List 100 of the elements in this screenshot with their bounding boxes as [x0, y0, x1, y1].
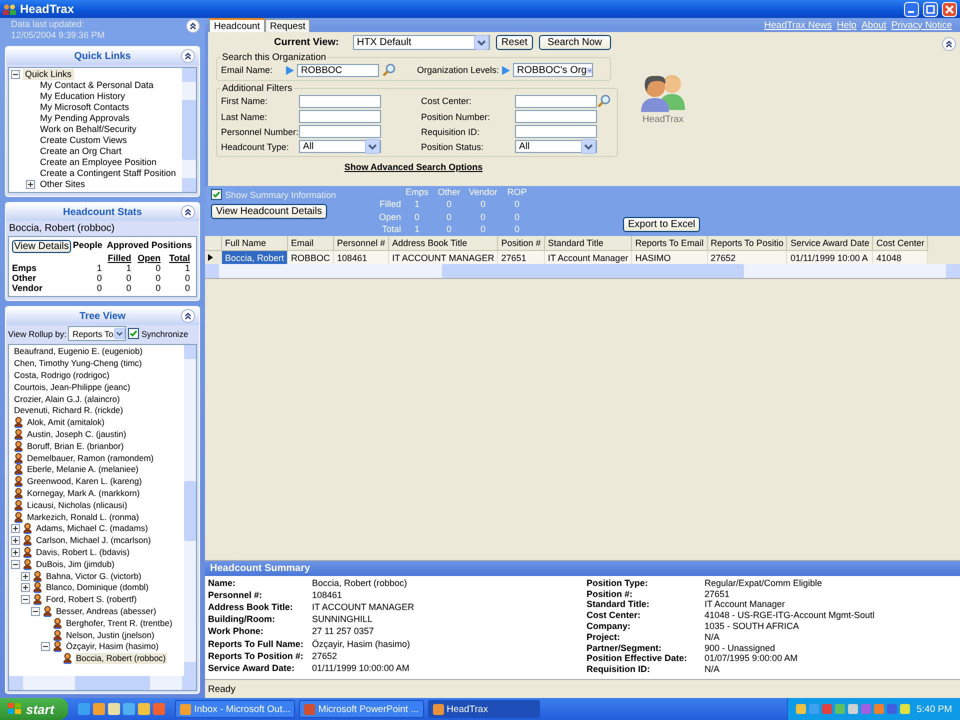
tree-item[interactable]: Ford, Robert S. (robertf) — [45, 594, 138, 606]
field-label: Position Effective Date: — [586, 653, 688, 664]
tree-item[interactable]: Greenwood, Karen L. (kareng) — [26, 476, 143, 488]
field-label: Position Status: — [420, 142, 485, 152]
column-header[interactable]: Position # — [498, 236, 544, 250]
table-cell-text: 1 — [413, 224, 420, 236]
tree-item[interactable]: Create a Contingent Staff Position — [38, 168, 178, 179]
clock: 5:40 PM — [916, 704, 952, 714]
tree-item[interactable]: Besser, Andreas (abesser) — [55, 606, 158, 617]
column-header[interactable]: Standard Title — [544, 236, 632, 250]
tree-item[interactable]: Eberle, Melanie A. (melaniee) — [26, 464, 140, 476]
taskbar-button[interactable]: Inbox - Microsoft Out... — [175, 700, 296, 718]
reset-button[interactable]: Reset — [496, 35, 533, 50]
search-button[interactable]: Search Now — [538, 35, 611, 50]
person-name: Boccia, Robert (robboc) — [8, 222, 116, 236]
tree-item[interactable]: Nelson, Justin (jnelson) — [65, 630, 156, 641]
table-cell-text: 1 — [96, 263, 103, 273]
field-label: Email Name: — [221, 65, 274, 75]
tree-item[interactable]: DuBois, Jim (jimdub) — [35, 558, 116, 570]
tree-item[interactable]: Markezich, Ronald L. (ronma) — [26, 512, 140, 523]
tree-item[interactable]: Licausi, Nicholas (nlicausi) — [26, 500, 128, 511]
tree-item[interactable]: Carlson, Michael J. (mcarlson) — [35, 535, 152, 546]
column-header: Open — [136, 253, 162, 263]
field-value: N/A — [704, 664, 721, 675]
field-label: Service Award Date: — [208, 662, 296, 675]
row-label: Open — [378, 212, 401, 224]
tree-item[interactable]: Kornegay, Mark A. (markkorn) — [26, 488, 141, 499]
tree-item[interactable]: Courtois, Jean-Philippe (jeanc) — [13, 382, 132, 393]
tree-item[interactable]: Other Sites — [38, 179, 88, 190]
advanced-search-link[interactable]: Show Advanced Search Options — [344, 162, 483, 172]
column-header[interactable]: Service Award Date — [786, 236, 873, 250]
view-select[interactable]: HTX Default — [352, 35, 490, 50]
field-value: Boccia, Robert (robboc) — [312, 578, 408, 590]
column-header[interactable]: Cost Center — [872, 236, 928, 250]
table-cell[interactable]: Boccia, Robert — [222, 250, 288, 264]
row-label: Filled — [378, 199, 401, 212]
tree-item[interactable]: Create Custom Views — [38, 135, 129, 146]
tree-item[interactable]: Boccia, Robert (robboc) — [75, 653, 167, 664]
field-label: First Name: — [221, 96, 269, 106]
table-cell-text: 0 — [445, 199, 452, 212]
tree-item[interactable]: Özçayir, Hasim (hasimo) — [65, 641, 160, 652]
tree-item[interactable]: Create an Employee Position — [38, 157, 159, 168]
field-value: 01/07/1995 9:00:00 AM — [704, 653, 799, 664]
column-header: ROP — [506, 187, 528, 199]
field-label: Company: — [586, 621, 632, 632]
tree-item[interactable]: Bahna, Victor G. (victorb) — [45, 570, 142, 582]
tree-item[interactable]: Quick Links — [23, 69, 74, 80]
table-cell-text: 0 — [513, 224, 520, 236]
status-bar: Ready — [205, 679, 960, 698]
tree-item[interactable]: Adams, Michael C. (madams) — [35, 523, 149, 534]
field-value: 27 11 257 0357 — [312, 626, 375, 638]
field-value: Özçayir, Hasim (hasimo) — [312, 638, 412, 651]
rollup-select[interactable]: Reports To — [68, 326, 126, 341]
tree-item[interactable]: Blanco, Dominique (dombl) — [45, 582, 150, 594]
row-label: Other — [12, 273, 38, 283]
tree-item[interactable]: Work on Behalf/Security — [38, 124, 138, 135]
tree-item[interactable]: My Pending Approvals — [38, 113, 132, 124]
column-header[interactable]: Full Name — [222, 236, 288, 250]
field-value: SUNNINGHILL — [312, 614, 374, 626]
column-header: Total — [168, 253, 191, 263]
field-value: Regular/Expat/Comm Eligible — [704, 578, 824, 589]
select-field[interactable]: All — [299, 140, 381, 153]
tree-item[interactable]: Devenuti, Richard R. (rickde) — [13, 405, 124, 416]
taskbar-button[interactable]: HeadTrax — [428, 700, 540, 718]
field-value: 900 - Unassigned — [704, 642, 776, 654]
tree-item[interactable]: Boruff, Brian E. (brianbor) — [26, 440, 125, 452]
field-value: 1035 - SOUTH AFRICA — [704, 621, 800, 632]
table-cell-text: 0 — [154, 273, 162, 283]
field-label: Building/Room: — [208, 614, 276, 626]
taskbar-button[interactable]: Microsoft PowerPoint ... — [299, 700, 424, 718]
column-header[interactable]: Reports To Email — [632, 236, 708, 250]
tree-item[interactable]: Beaufrand, Eugenio E. (eugeniob) — [13, 346, 144, 358]
tree-item[interactable]: Crozier, Alain G.J. (alaincro) — [13, 394, 121, 405]
tab[interactable]: Headcount — [209, 18, 265, 32]
select-field[interactable]: All — [515, 140, 597, 153]
view-details-button[interactable]: View Details — [12, 240, 71, 253]
org-select[interactable]: ROBBOC's Org — [513, 63, 594, 77]
row-label: Emps — [12, 263, 38, 273]
tree-item[interactable]: Demelbauer, Ramon (ramondem) — [26, 452, 155, 464]
tab[interactable]: Request — [264, 19, 310, 32]
tree-item[interactable]: My Contact & Personal Data — [38, 80, 156, 91]
tree-item[interactable]: Costa, Rodrigo (rodrigoc) — [13, 370, 110, 381]
tree-item[interactable]: My Education History — [38, 91, 128, 102]
view-label: Current View: — [274, 37, 339, 48]
column-header[interactable]: Address Book Title — [388, 236, 498, 250]
column-header[interactable]: Personnel # — [334, 236, 389, 250]
tree-item[interactable]: Alok, Amit (amitalok) — [26, 417, 106, 428]
tree-item[interactable]: Davis, Robert L. (bdavis) — [35, 546, 131, 558]
field-label: Requisition ID: — [586, 664, 651, 675]
tree-item[interactable]: Austin, Joseph C. (jaustin) — [26, 428, 128, 440]
input-field[interactable]: ROBBOC — [297, 64, 379, 76]
view-details-button[interactable]: View Headcount Details — [211, 204, 327, 219]
tree-item[interactable]: Chen, Timothy Yung-Cheng (timc) — [13, 358, 143, 370]
column-header[interactable]: Reports To Positio — [707, 236, 787, 250]
column-header[interactable]: Email — [288, 236, 334, 250]
tree-item[interactable]: My Microsoft Contacts — [38, 102, 132, 113]
tree-item[interactable]: Create an Org Chart — [38, 146, 124, 157]
tree-item[interactable]: Berghofer, Trent R. (trentbe) — [65, 618, 174, 629]
export-button[interactable]: Export to Excel — [623, 217, 700, 232]
column-header: Filled — [106, 253, 132, 263]
